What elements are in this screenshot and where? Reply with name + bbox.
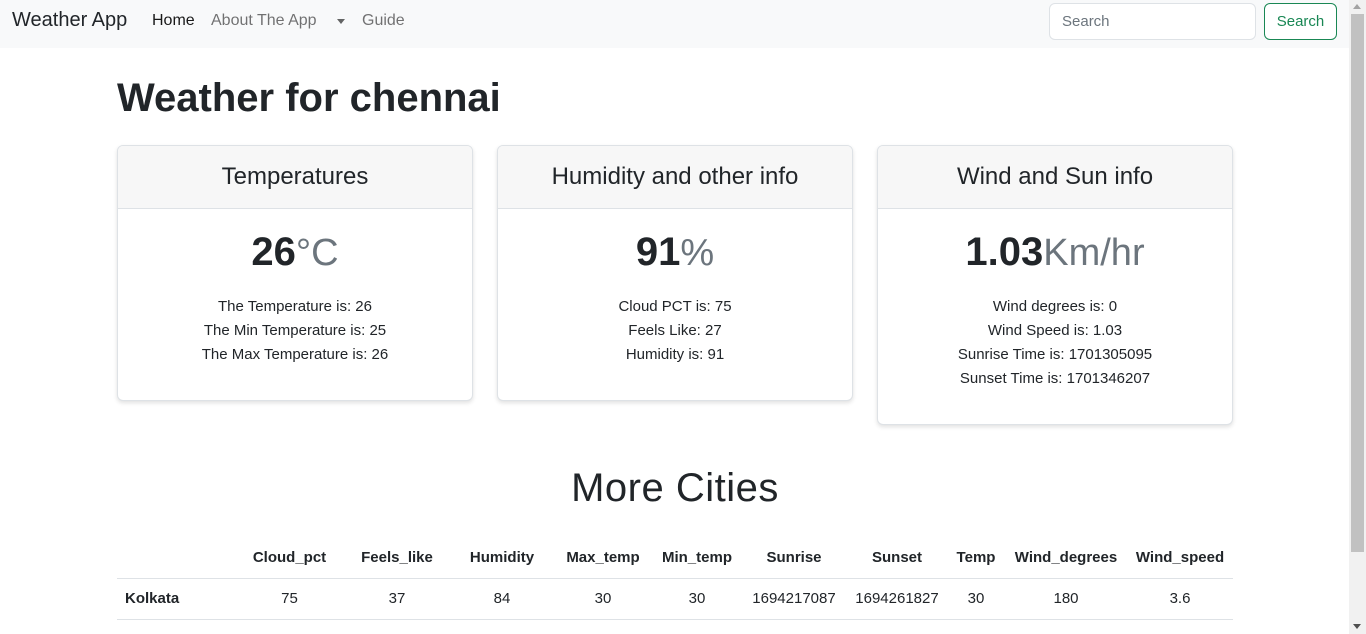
scroll-thumb[interactable]: [1351, 14, 1364, 552]
card-main-value: 26°C: [118, 229, 472, 275]
temperature-value: 26: [251, 230, 296, 274]
temperature-unit: °C: [295, 232, 339, 274]
column-header: Feels_like: [343, 538, 451, 579]
column-header: Min_temp: [653, 538, 741, 579]
nav-guide-link[interactable]: Guide: [362, 12, 405, 30]
table-cell: 1694261827: [847, 578, 947, 620]
card-details: Wind degrees is: 0 Wind Speed is: 1.03 S…: [878, 295, 1232, 391]
column-header: Humidity: [451, 538, 553, 579]
cities-table: Cloud_pct Feels_like Humidity Max_temp M…: [117, 538, 1233, 620]
search-input[interactable]: [1049, 3, 1256, 40]
navbar: Weather App Home About The App Guide Sea…: [0, 0, 1349, 48]
table-row: Kolkata 75 37 84 30 30 1694217087 169426…: [117, 578, 1233, 620]
card-header: Wind and Sun info: [878, 146, 1232, 209]
card-details: The Temperature is: 26 The Min Temperatu…: [118, 295, 472, 367]
table-cell: 75: [236, 578, 343, 620]
page-title: Weather for chennai: [117, 76, 501, 120]
table-cell: 1694217087: [741, 578, 847, 620]
card-header: Humidity and other info: [498, 146, 852, 209]
detail-line: The Max Temperature is: 26: [201, 346, 389, 363]
card-header: Temperatures: [118, 146, 472, 209]
detail-line: The Temperature is: 26: [218, 298, 372, 315]
table-cell: 3.6: [1127, 578, 1233, 620]
table-cell: 30: [653, 578, 741, 620]
card-details: Cloud PCT is: 75 Feels Like: 27 Humidity…: [498, 295, 852, 367]
temperature-card: Temperatures 26°C The Temperature is: 26…: [117, 145, 473, 401]
card-main-value: 91%: [498, 229, 852, 275]
table-cell: 30: [553, 578, 653, 620]
wind-unit: Km/hr: [1043, 232, 1145, 274]
humidity-value: 91: [635, 230, 681, 274]
nav-about-link[interactable]: About The App: [211, 12, 317, 30]
detail-line: Sunrise Time is: 1701305095: [957, 346, 1153, 363]
card-main-value: 1.03Km/hr: [878, 229, 1232, 275]
column-header: Wind_speed: [1127, 538, 1233, 579]
table-cell: 30: [947, 578, 1005, 620]
detail-line: Humidity is: 91: [625, 346, 725, 363]
city-name-cell: Kolkata: [117, 578, 236, 620]
column-header: Cloud_pct: [236, 538, 343, 579]
table-cell: 180: [1005, 578, 1127, 620]
column-header: Sunset: [847, 538, 947, 579]
detail-line: The Min Temperature is: 25: [203, 322, 387, 339]
detail-line: Wind degrees is: 0: [992, 298, 1118, 315]
wind-card: Wind and Sun info 1.03Km/hr Wind degrees…: [877, 145, 1233, 425]
table-cell: 37: [343, 578, 451, 620]
detail-line: Cloud PCT is: 75: [618, 298, 732, 315]
column-header: [117, 538, 236, 579]
column-header: Wind_degrees: [1005, 538, 1127, 579]
more-cities-title: More Cities: [571, 466, 779, 510]
page-scrollbar[interactable]: [1349, 0, 1366, 634]
brand-link[interactable]: Weather App: [12, 9, 127, 32]
search-button[interactable]: Search: [1264, 3, 1337, 40]
dropdown-caret-icon[interactable]: [337, 19, 345, 24]
nav-home-link[interactable]: Home: [152, 12, 195, 30]
scroll-up-arrow-icon[interactable]: [1353, 4, 1361, 9]
detail-line: Sunset Time is: 1701346207: [959, 370, 1151, 387]
column-header: Sunrise: [741, 538, 847, 579]
column-header: Max_temp: [553, 538, 653, 579]
table-cell: 84: [451, 578, 553, 620]
detail-line: Wind Speed is: 1.03: [987, 322, 1123, 339]
humidity-card: Humidity and other info 91% Cloud PCT is…: [497, 145, 853, 401]
detail-line: Feels Like: 27: [628, 322, 722, 339]
column-header: Temp: [947, 538, 1005, 579]
table-header-row: Cloud_pct Feels_like Humidity Max_temp M…: [117, 538, 1233, 579]
scroll-down-arrow-icon[interactable]: [1353, 624, 1361, 629]
humidity-unit: %: [680, 232, 715, 274]
wind-value: 1.03: [965, 230, 1044, 274]
